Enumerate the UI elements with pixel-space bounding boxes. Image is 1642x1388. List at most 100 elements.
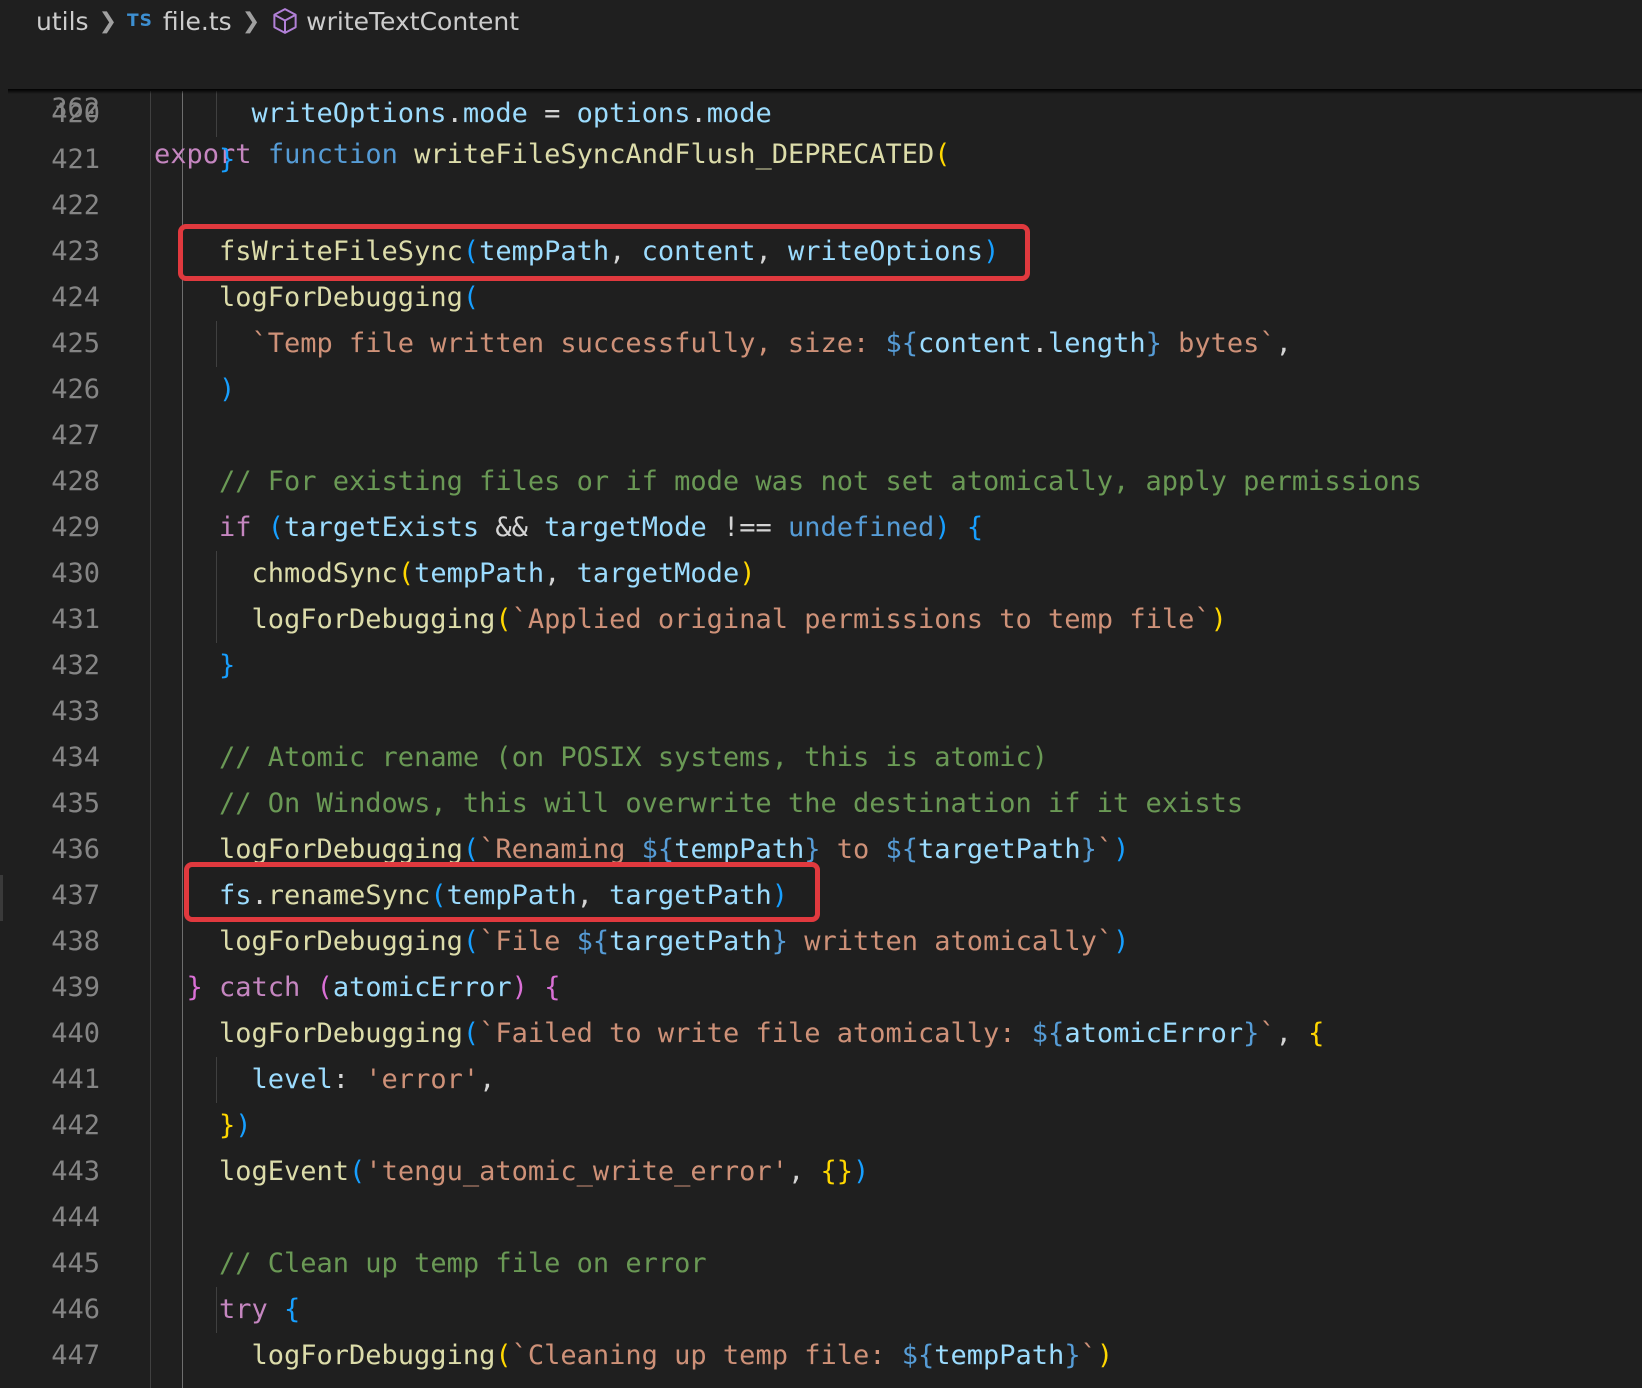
code-token: { xyxy=(544,972,561,1003)
code-line-420[interactable]: 420 writeOptions.mode = options.mode xyxy=(0,91,1642,137)
code-line-429[interactable]: 429 if (targetExists && targetMode !== un… xyxy=(0,505,1642,551)
code-line-447[interactable]: 447 logForDebugging(`Cleaning up temp fil… xyxy=(0,1333,1642,1379)
line-number: 427 xyxy=(51,420,100,451)
code-token: { xyxy=(966,512,984,543)
code-line-442[interactable]: 442}) xyxy=(0,1103,1642,1149)
code-token: // Clean up temp file on error xyxy=(219,1248,707,1279)
code-token: 'error' xyxy=(365,1064,480,1095)
code-token: ${ xyxy=(885,834,919,865)
line-number: 434 xyxy=(51,742,100,773)
code-token: ) xyxy=(934,512,951,543)
code-line-427[interactable]: 427 xyxy=(0,413,1642,459)
code-token: { xyxy=(1308,1018,1325,1049)
code-token: ${ xyxy=(1031,1018,1065,1049)
code-token: logEvent xyxy=(219,1156,350,1187)
code-line-425[interactable]: 425 `Temp file written successfully, size… xyxy=(0,321,1642,367)
code-token: !== xyxy=(706,512,788,543)
code-line-428[interactable]: 428 // For existing files or if mode was … xyxy=(0,459,1642,505)
code-line-421[interactable]: 421} xyxy=(0,137,1642,183)
code-token: ( xyxy=(462,1018,480,1049)
code-token: logForDebugging xyxy=(219,282,463,313)
code-line-440[interactable]: 440 logForDebugging(`Failed to write file… xyxy=(0,1011,1642,1057)
code-token: length xyxy=(1048,328,1146,359)
code-token: ( xyxy=(495,604,512,635)
code-token: targetMode xyxy=(544,512,707,543)
code-token: `Temp file written successfully, size: xyxy=(251,328,886,359)
code-content: // Clean up temp file on error xyxy=(219,1241,707,1287)
code-token: `Failed to write file atomically: xyxy=(479,1018,1032,1049)
code-line-426[interactable]: 426) xyxy=(0,367,1642,413)
code-content: logForDebugging(`File ${targetPath} writ… xyxy=(219,919,1129,965)
code-token: ) xyxy=(235,1110,252,1141)
code-token: } xyxy=(1243,1018,1260,1049)
code-token: } xyxy=(1064,1340,1081,1371)
code-token: options xyxy=(576,98,691,129)
code-line-430[interactable]: 430 chmodSync(tempPath, targetMode) xyxy=(0,551,1642,597)
code-token: ` xyxy=(1096,834,1114,865)
code-line-438[interactable]: 438 logForDebugging(`File ${targetPath} w… xyxy=(0,919,1642,965)
code-content: // Atomic rename (on POSIX systems, this… xyxy=(219,735,1048,781)
code-line-443[interactable]: 443 logEvent('tengu_atomic_write_error', … xyxy=(0,1149,1642,1195)
code-line-435[interactable]: 435 // On Windows, this will overwrite th… xyxy=(0,781,1642,827)
code-token: // Atomic rename (on POSIX systems, this… xyxy=(219,742,1049,773)
line-number: 438 xyxy=(51,926,100,957)
code-token: ( xyxy=(316,972,333,1003)
code-editor[interactable]: utils ❯ TS file.ts ❯ writeTextContent 36… xyxy=(0,0,1642,1388)
code-content: logForDebugging(`Failed to write file at… xyxy=(219,1011,1324,1057)
code-token: level xyxy=(251,1064,333,1095)
code-content: if (targetExists && targetMode !== undef… xyxy=(219,505,983,551)
code-line-422[interactable]: 422 xyxy=(0,183,1642,229)
code-line-433[interactable]: 433 xyxy=(0,689,1642,735)
code-token: , xyxy=(1275,328,1292,359)
line-number: 424 xyxy=(51,282,100,313)
code-line-445[interactable]: 445 // Clean up temp file on error xyxy=(0,1241,1642,1287)
code-token: ${ xyxy=(576,926,610,957)
code-token: ` xyxy=(1080,1340,1097,1371)
typescript-file-icon: TS xyxy=(127,11,153,31)
line-number: 436 xyxy=(51,834,100,865)
code-token: tempPath xyxy=(674,834,805,865)
code-line-441[interactable]: 441 level: 'error', xyxy=(0,1057,1642,1103)
chevron-right-icon: ❯ xyxy=(241,8,261,34)
code-content: // For existing files or if mode was not… xyxy=(219,459,1422,505)
highlight-box-fsWriteFileSync xyxy=(178,224,1030,281)
code-token: ) xyxy=(739,558,756,589)
code-content: logForDebugging(`Applied original permis… xyxy=(252,597,1227,643)
code-line-434[interactable]: 434 // Atomic rename (on POSIX systems, t… xyxy=(0,735,1642,781)
code-token: ) xyxy=(1210,604,1227,635)
line-number: 425 xyxy=(51,328,100,359)
code-token: writeOptions xyxy=(251,98,447,129)
code-line-446[interactable]: 446 try { xyxy=(0,1287,1642,1333)
line-number: 420 xyxy=(51,98,100,129)
breadcrumb-folder[interactable]: utils xyxy=(36,7,89,36)
code-token: } xyxy=(186,972,203,1003)
code-token: ) xyxy=(1096,1340,1114,1371)
code-token: targetPath xyxy=(918,834,1081,865)
code-token: `File xyxy=(479,926,577,957)
code-token: atomicError xyxy=(332,972,512,1003)
breadcrumb-file[interactable]: file.ts xyxy=(163,7,232,36)
code-token: `Applied original permissions to temp fi… xyxy=(511,604,1211,635)
code-token: to xyxy=(820,834,886,865)
sticky-scroll-line[interactable]: 362 export function writeFileSyncAndFlus… xyxy=(0,40,1642,170)
code-line-424[interactable]: 424 logForDebugging( xyxy=(0,275,1642,321)
code-token: } xyxy=(1080,834,1097,865)
line-number: 443 xyxy=(51,1156,100,1187)
method-symbol-icon xyxy=(273,8,297,34)
code-line-444[interactable]: 444 xyxy=(0,1195,1642,1241)
code-line-439[interactable]: 439} catch (atomicError) { xyxy=(0,965,1642,1011)
code-token: logForDebugging xyxy=(219,834,463,865)
line-number: 441 xyxy=(51,1064,100,1095)
code-token: `Cleaning up temp file: xyxy=(511,1340,902,1371)
code-content: writeOptions.mode = options.mode xyxy=(252,91,772,137)
line-number: 426 xyxy=(51,374,100,405)
code-token: ( xyxy=(495,1340,512,1371)
code-line-431[interactable]: 431 logForDebugging(`Applied original per… xyxy=(0,597,1642,643)
code-line-432[interactable]: 432} xyxy=(0,643,1642,689)
line-number: 428 xyxy=(51,466,100,497)
code-content: `Temp file written successfully, size: $… xyxy=(252,321,1292,367)
breadcrumb-symbol[interactable]: writeTextContent xyxy=(306,7,519,36)
